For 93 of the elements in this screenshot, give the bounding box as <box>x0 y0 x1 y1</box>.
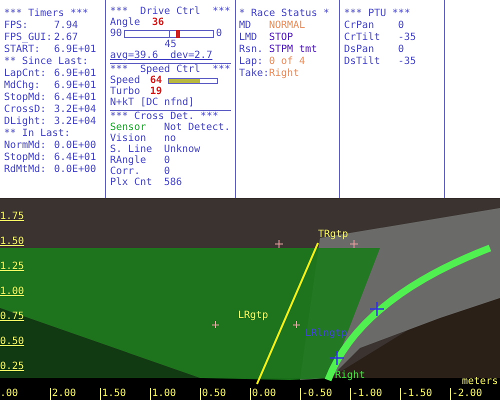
field-label: Plx Cnt <box>110 177 154 188</box>
y-axis-label: 1.00 <box>0 286 24 298</box>
y-axis-label: 1.50 <box>0 236 24 248</box>
slider-max-label: 0 <box>216 28 222 39</box>
marker-label: Right <box>335 370 366 382</box>
field-value: 6.4E+01 <box>54 152 96 164</box>
field-value: 0 <box>164 155 170 166</box>
field-label: DsTilt <box>344 56 382 68</box>
field-value: 6.9E+01 <box>54 80 96 92</box>
x-axis-label: 1.00 <box>150 388 176 400</box>
field-label: Sensor <box>110 122 148 133</box>
field-value: 64 <box>150 75 164 86</box>
section-title: *** Drive Ctrl *** <box>110 6 231 17</box>
y-axis-label: 1.75 <box>0 211 24 223</box>
field-label: Rsn. <box>239 44 264 56</box>
field-label: NormMd: <box>4 140 48 152</box>
status-note: N+kT [DC nfnd] <box>110 97 196 108</box>
field-value: 0.0E+00 <box>54 140 96 152</box>
field-label: Lap: <box>239 56 264 68</box>
x-axis-label: -1.00 <box>350 388 382 400</box>
field-value: 6.4E+01 <box>54 92 96 104</box>
field-value: 2.67 <box>54 32 78 44</box>
y-axis-label: 0.75 <box>0 311 24 323</box>
field-label: FPS_GUI: <box>4 32 54 44</box>
field-value: 19 <box>150 86 162 97</box>
field-value: -35 <box>398 32 416 44</box>
field-value: 7.94 <box>54 20 78 32</box>
slider-min-label: 90 <box>110 28 122 39</box>
section-title: ** In Last: <box>4 128 72 140</box>
field-value: 0 <box>164 166 170 177</box>
field-label: RdMtMd: <box>4 164 48 176</box>
field-value: 6.9E+01 <box>54 68 96 80</box>
field-label: CrTilt <box>344 32 382 44</box>
field-label: CrossD: <box>4 104 48 116</box>
unit-label: meters <box>462 376 498 388</box>
section-title: *** Timers *** <box>4 8 90 20</box>
section-title: ** Since Last: <box>4 56 90 68</box>
field-label: StopMd: <box>4 92 48 104</box>
x-axis-label: 0.50 <box>200 388 226 400</box>
section-title: *** PTU *** <box>344 8 412 20</box>
field-value: Unknow <box>164 144 200 155</box>
field-label: LapCnt: <box>4 68 48 80</box>
field-label: RAngle <box>110 155 148 166</box>
field-label: DLight: <box>4 116 48 128</box>
field-value: STOP <box>269 32 294 44</box>
field-value: Not Detect. <box>164 122 230 133</box>
field-label: Corr. <box>110 166 142 177</box>
x-axis-label: .00 <box>0 388 18 400</box>
field-value: 3.2E+04 <box>54 116 96 128</box>
field-label: LMD <box>239 32 258 44</box>
field-value: -35 <box>398 56 416 68</box>
x-axis-label: 0.00 <box>250 388 276 400</box>
field-label: Turbo <box>110 86 142 97</box>
field-value: 586 <box>164 177 182 188</box>
field-label: Take: <box>239 68 269 80</box>
stats-text: avg=39.6 dev=2.7 <box>110 50 214 61</box>
field-value: NORMAL <box>269 20 306 32</box>
x-axis-label: -0.50 <box>300 388 332 400</box>
field-label: S. Line <box>110 144 154 155</box>
field-label: FPS: <box>4 20 30 32</box>
field-label: MD <box>239 20 252 32</box>
x-axis-label: -2.00 <box>450 388 482 400</box>
y-axis-label: 0.50 <box>0 336 24 348</box>
field-value: no <box>164 133 176 144</box>
field-value: 3.2E+04 <box>54 104 96 116</box>
marker-label: LRgtp <box>238 310 268 322</box>
field-label: Angle <box>110 17 142 28</box>
field-value: 6.9E+01 <box>54 44 96 56</box>
field-label: DsPan <box>344 44 376 56</box>
field-value: 0 <box>398 44 404 56</box>
x-axis-label: -1.50 <box>400 388 432 400</box>
field-label: CrPan <box>344 20 376 32</box>
x-axis-label: 1.50 <box>100 388 126 400</box>
field-value: 0.0E+00 <box>54 164 96 176</box>
y-axis-label: 0.25 <box>0 361 24 373</box>
field-value: 36 <box>152 17 164 28</box>
slider-mid-label: 45 <box>163 39 178 50</box>
field-value: 0 <box>398 20 404 32</box>
field-label: Vision <box>110 133 148 144</box>
field-value: 0 of 4 <box>269 56 306 68</box>
section-title: * Race Status * <box>239 8 330 20</box>
section-title: *** Cross Det. *** <box>110 111 220 122</box>
marker-label: LRlngtp <box>305 328 348 340</box>
x-axis-label: 2.00 <box>50 388 76 400</box>
field-label: START: <box>4 44 42 56</box>
y-axis-label: 1.25 <box>0 261 24 273</box>
field-label: Speed <box>110 75 142 86</box>
marker-label: TRgtp <box>318 229 348 241</box>
field-value: STPM tmt <box>269 44 318 56</box>
section-title: *** Speed Ctrl *** <box>110 64 231 75</box>
field-value: Right <box>269 68 300 80</box>
field-label: StopMd: <box>4 152 48 164</box>
field-label: MdChg: <box>4 80 42 92</box>
